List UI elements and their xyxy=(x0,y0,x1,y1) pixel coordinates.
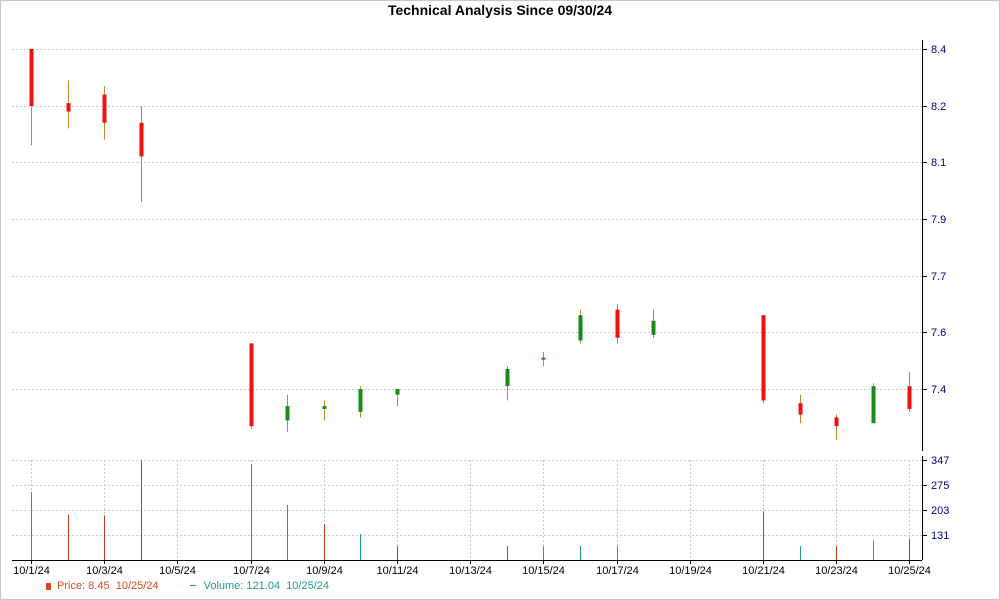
candle-body xyxy=(871,386,876,424)
axis-layer: 8.4 8.2 8.1 7.9 7.7 7.6 7.4 347 275 203 131 10/1/24… xyxy=(12,40,949,577)
candle-body xyxy=(322,406,327,409)
candle-body xyxy=(139,122,144,157)
date-tick-label: 10/19/24 xyxy=(669,565,712,577)
candle-body xyxy=(249,343,254,427)
grid-layer xyxy=(12,49,922,560)
candle-body xyxy=(505,369,510,387)
chart-canvas: 8.4 8.2 8.1 7.9 7.7 7.6 7.4 347 275 203 131 10/1/24… xyxy=(12,40,949,577)
candle-body xyxy=(651,320,656,335)
price-tick-label: 7.9 xyxy=(931,214,946,226)
date-tick-label: 10/1/24 xyxy=(13,565,50,577)
price-tick-label: 7.6 xyxy=(931,327,946,339)
price-tick-label: 8.4 xyxy=(931,44,946,56)
legend: Price: 8.45 10/25/24 Volume: 121.04 10/2… xyxy=(46,580,329,592)
date-tick-label: 10/17/24 xyxy=(596,565,639,577)
volume-tick-label: 203 xyxy=(931,505,949,517)
legend-price-label: Price: 8.45 xyxy=(57,580,110,592)
date-tick-label: 10/9/24 xyxy=(306,565,343,577)
candle-body xyxy=(285,406,290,421)
legend-volume: Volume: 121.04 10/25/24 xyxy=(189,580,330,592)
volume-tick-label: 275 xyxy=(931,480,949,492)
legend-price-marker xyxy=(46,583,51,590)
candle-body xyxy=(395,389,400,395)
price-tick-label: 8.1 xyxy=(931,157,946,169)
candle-body xyxy=(761,315,766,401)
volume-tick-label: 347 xyxy=(931,455,949,467)
price-tick-label: 8.2 xyxy=(931,101,946,113)
price-tick-label: 7.7 xyxy=(931,271,946,283)
date-tick-label: 10/15/24 xyxy=(522,565,565,577)
legend-price: Price: 8.45 10/25/24 xyxy=(46,580,162,592)
date-tick-label: 10/3/24 xyxy=(86,565,123,577)
legend-price-date: 10/25/24 xyxy=(115,580,159,592)
candle-body xyxy=(541,357,546,360)
wick-layer xyxy=(31,49,910,441)
candle-body xyxy=(615,309,620,338)
candle-body xyxy=(907,386,912,409)
candle-layer xyxy=(29,49,912,427)
date-tick-label: 10/23/24 xyxy=(815,565,858,577)
date-tick-label: 10/21/24 xyxy=(742,565,785,577)
candle-body xyxy=(578,315,583,341)
legend-volume-marker xyxy=(189,585,196,586)
date-tick-label: 10/5/24 xyxy=(159,565,196,577)
legend-volume-date: 10/25/24 xyxy=(286,580,330,592)
date-tick-label: 10/13/24 xyxy=(449,565,492,577)
volume-tick-label: 131 xyxy=(931,530,949,542)
candle-body xyxy=(29,49,34,106)
candle-body xyxy=(66,103,71,112)
candle-body xyxy=(798,403,803,415)
legend-volume-label: Volume: 121.04 xyxy=(203,580,281,592)
date-tick-label: 10/7/24 xyxy=(233,565,270,577)
date-tick-label: 10/11/24 xyxy=(376,565,418,577)
date-tick-label: 10/25/24 xyxy=(888,565,931,577)
price-tick-label: 7.4 xyxy=(931,384,946,396)
candle-body xyxy=(834,417,839,427)
candle-body xyxy=(102,94,107,123)
candle-body xyxy=(358,389,363,412)
